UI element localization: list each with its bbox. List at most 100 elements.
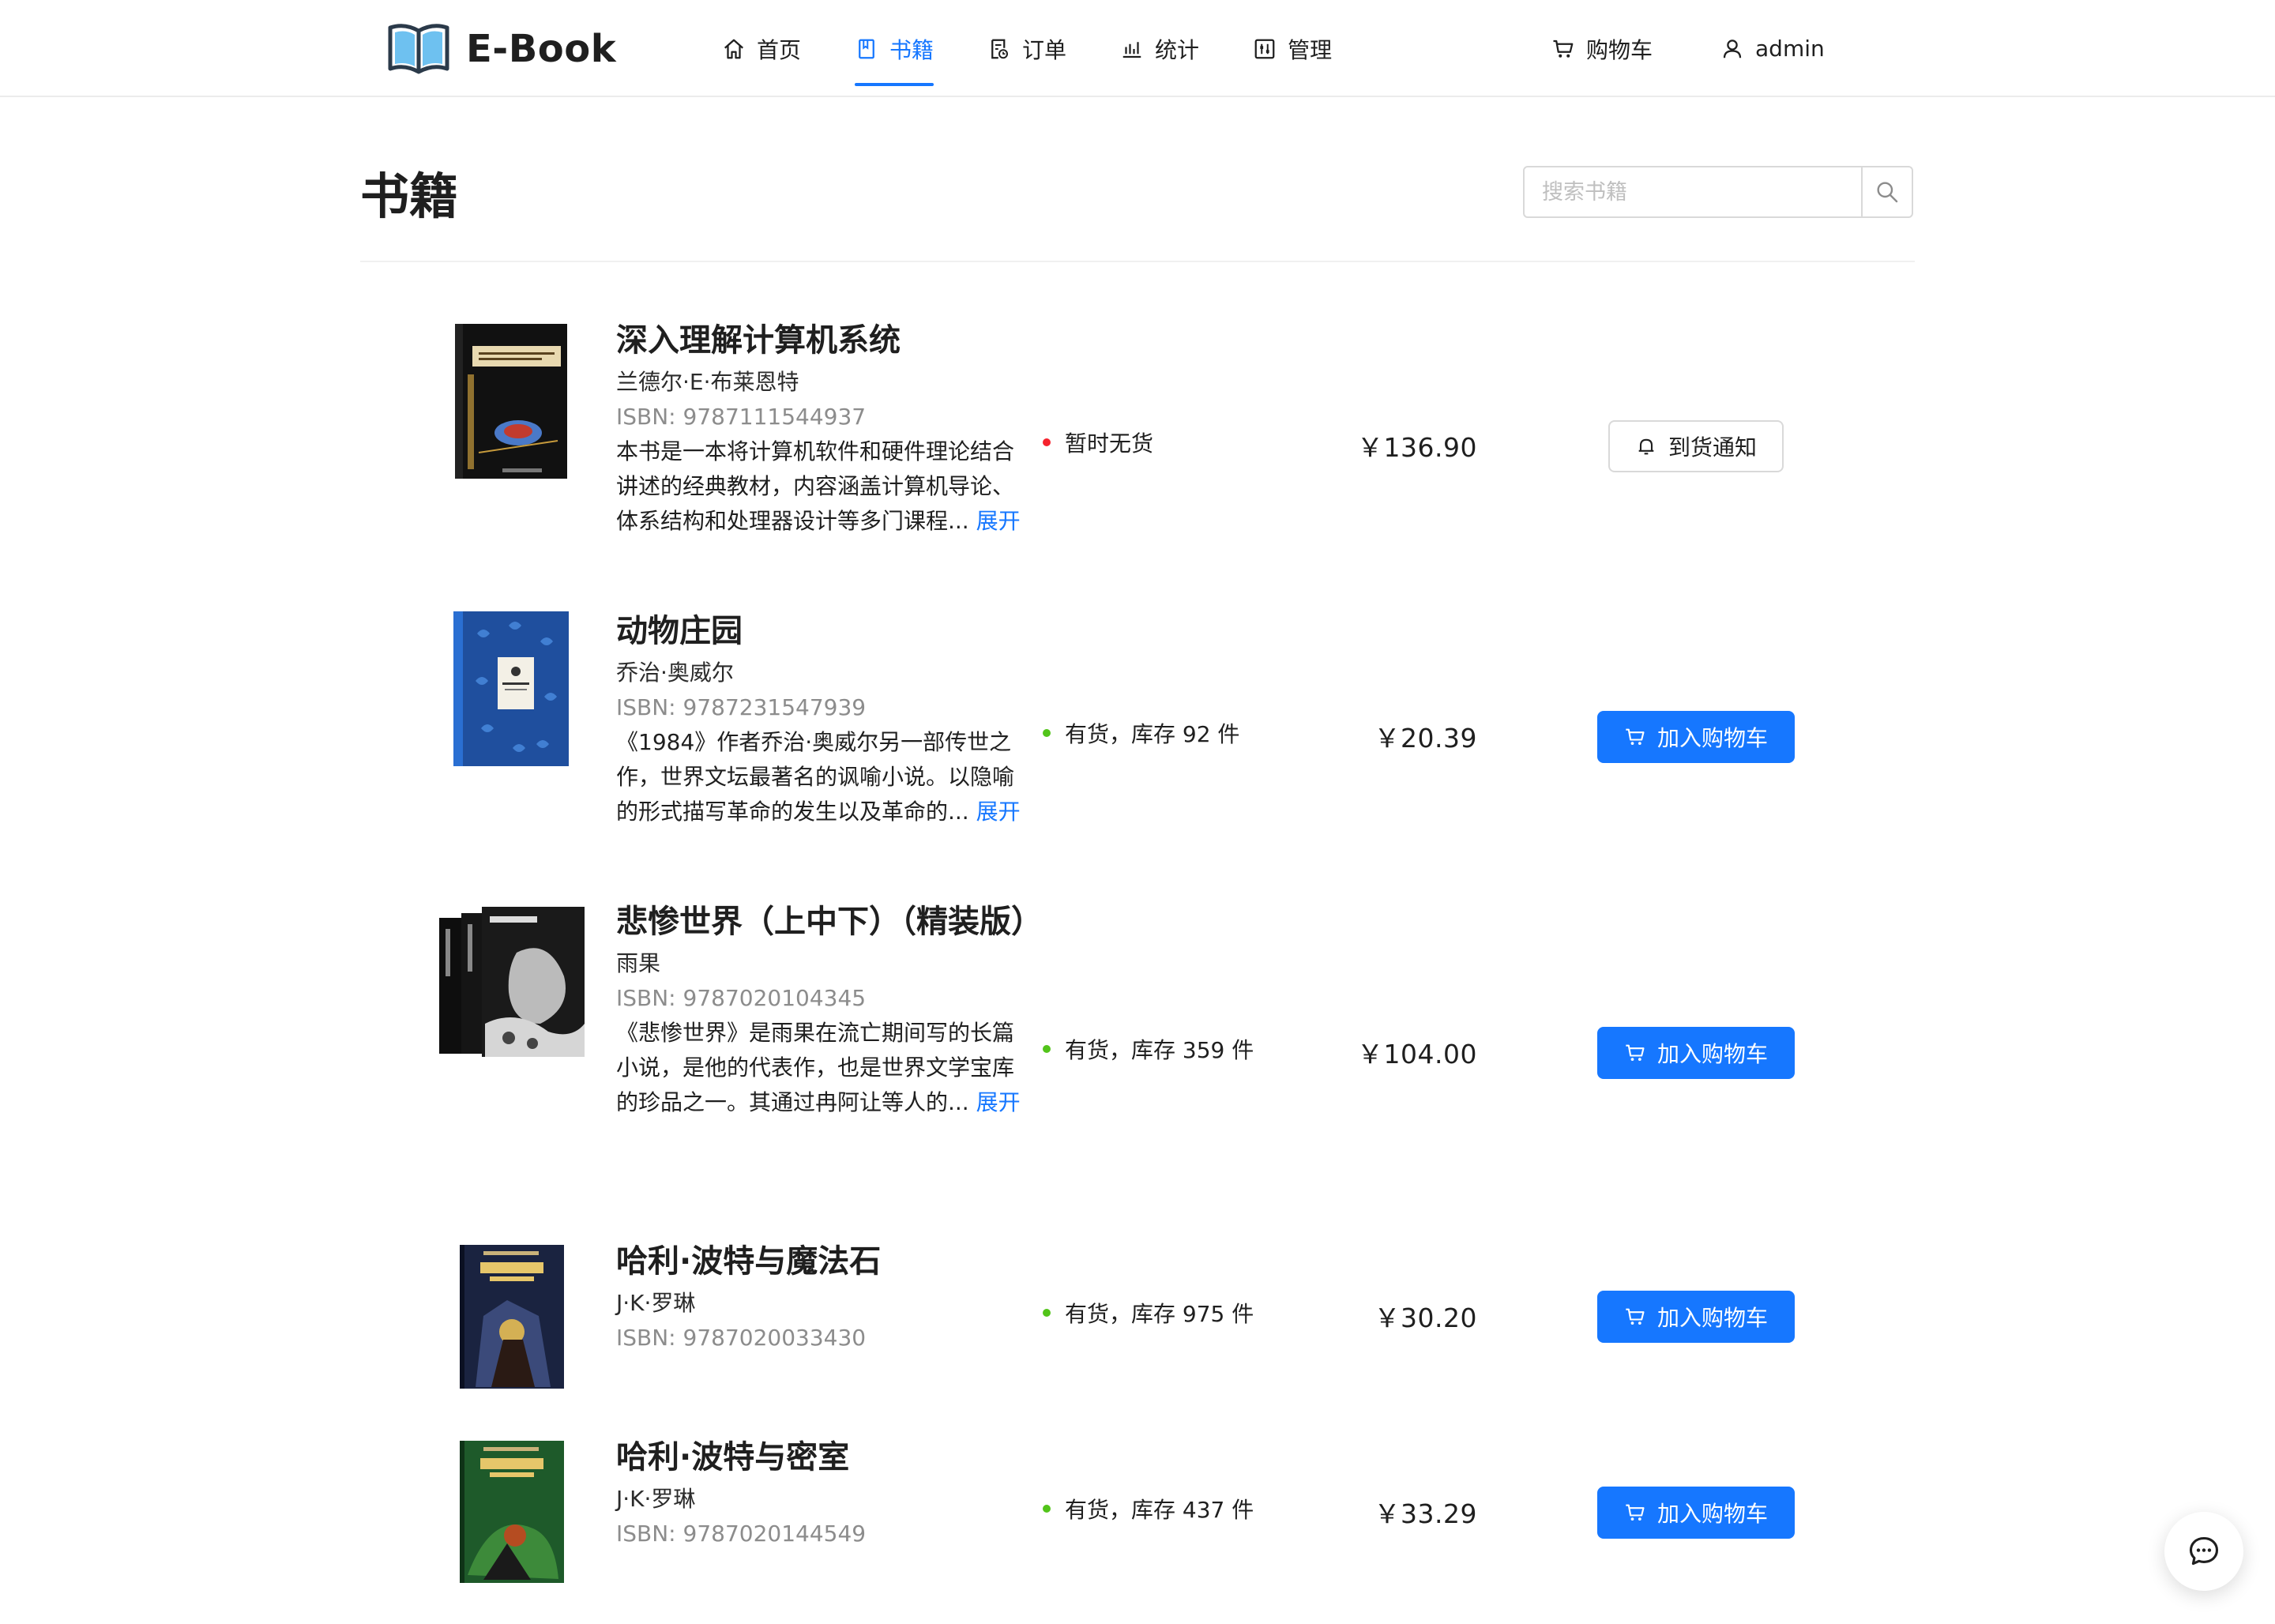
cart-icon bbox=[1626, 1044, 1645, 1062]
add-to-cart-label: 加入购物车 bbox=[1656, 725, 1768, 751]
nav-admin[interactable]: 管理 bbox=[1234, 0, 1351, 97]
book-title[interactable]: 哈利·波特与魔法石 bbox=[616, 1237, 1027, 1286]
chart-icon bbox=[1122, 41, 1141, 58]
nav-home[interactable]: 首页 bbox=[703, 0, 820, 97]
book-description: 本书是一本将计算机软件和硬件理论结合讲述的经典教材，内容涵盖计算机导论、体系结构… bbox=[616, 434, 1027, 539]
top-navbar: E-Book 首页 书籍 订单 统计 管理 购物车 admin bbox=[0, 0, 2275, 97]
chat-float-button[interactable] bbox=[2164, 1512, 2243, 1591]
stock-status: 有货，库存 359 件 bbox=[1043, 1033, 1254, 1065]
book-price: ￥30.20 bbox=[1374, 1303, 1477, 1333]
main-nav: 首页 书籍 订单 统计 管理 bbox=[703, 0, 1367, 97]
book-description-text: 《悲惨世界》是雨果在流亡期间写的长篇小说，是他的代表作，也是世界文学宝库的珍品之… bbox=[616, 1020, 1015, 1115]
nav-user-label: admin bbox=[1755, 36, 1825, 62]
book-isbn: ISBN: 9787111544937 bbox=[616, 404, 867, 430]
book-author: J·K·罗琳 bbox=[616, 1290, 696, 1316]
book-cover[interactable] bbox=[460, 1245, 564, 1389]
nav-orders[interactable]: 订单 bbox=[968, 0, 1085, 97]
book-info: 哈利·波特与密室 J·K·罗琳 ISBN: 9787020144549 bbox=[616, 1433, 1027, 1551]
nav-cart-label: 购物车 bbox=[1586, 36, 1653, 63]
book-author: 雨果 bbox=[616, 950, 661, 976]
nav-home-label: 首页 bbox=[757, 36, 802, 63]
in-stock-dot bbox=[1043, 1309, 1051, 1317]
book-cover-image bbox=[460, 1441, 564, 1583]
book-title[interactable]: 悲惨世界（上中下）（精装版） bbox=[616, 897, 1043, 946]
book-author: 乔治·奥威尔 bbox=[616, 660, 734, 686]
book-title[interactable]: 哈利·波特与密室 bbox=[616, 1433, 1027, 1482]
stock-text: 有货，库存 437 件 bbox=[1065, 1497, 1254, 1523]
book-author: J·K·罗琳 bbox=[616, 1486, 696, 1512]
expand-link[interactable]: 展开 bbox=[976, 799, 1021, 825]
book-title[interactable]: 深入理解计算机系统 bbox=[616, 316, 1027, 365]
nav-books-label: 书籍 bbox=[889, 36, 934, 63]
book-cover[interactable] bbox=[455, 322, 569, 480]
nav-user[interactable]: admin bbox=[1702, 0, 1844, 97]
cart-icon bbox=[1626, 1504, 1645, 1521]
add-to-cart-button[interactable]: 加入购物车 bbox=[1597, 711, 1795, 763]
stock-status: 有货，库存 437 件 bbox=[1043, 1493, 1254, 1524]
book-info: 深入理解计算机系统 兰德尔·E·布莱恩特 ISBN: 9787111544937… bbox=[616, 316, 1027, 539]
search-box bbox=[1523, 166, 1913, 218]
add-to-cart-label: 加入购物车 bbox=[1656, 1305, 1768, 1331]
out-of-stock-dot bbox=[1043, 438, 1051, 446]
book-cover[interactable] bbox=[453, 610, 570, 768]
nav-books[interactable]: 书籍 bbox=[836, 0, 953, 97]
stock-status: 有货，库存 92 件 bbox=[1043, 717, 1239, 749]
stock-text: 暂时无货 bbox=[1065, 430, 1154, 457]
book-description-text: 《1984》作者乔治·奥威尔另一部传世之作，世界文坛最著名的讽喻小说。以隐喻的形… bbox=[616, 729, 1015, 825]
nav-stats[interactable]: 统计 bbox=[1101, 0, 1218, 97]
book-cover-image bbox=[455, 324, 567, 479]
add-to-cart-label: 加入购物车 bbox=[1656, 1501, 1768, 1527]
in-stock-dot bbox=[1043, 1045, 1051, 1053]
book-info: 悲惨世界（上中下）（精装版） 雨果 ISBN: 9787020104345 《悲… bbox=[616, 897, 1043, 1120]
book-description: 《悲惨世界》是雨果在流亡期间写的长篇小说，是他的代表作，也是世界文学宝库的珍品之… bbox=[616, 1016, 1027, 1120]
search-button[interactable] bbox=[1861, 167, 1912, 216]
book-cover-image bbox=[460, 1245, 564, 1389]
in-stock-dot bbox=[1043, 1505, 1051, 1513]
expand-link[interactable]: 展开 bbox=[976, 508, 1021, 534]
expand-link[interactable]: 展开 bbox=[976, 1089, 1021, 1115]
book-isbn: ISBN: 9787231547939 bbox=[616, 694, 867, 720]
book-cover[interactable] bbox=[460, 1441, 564, 1583]
add-to-cart-button[interactable]: 加入购物车 bbox=[1597, 1487, 1795, 1539]
nav-cart[interactable]: 购物车 bbox=[1532, 0, 1671, 97]
order-icon bbox=[991, 39, 1009, 58]
stock-text: 有货，库存 92 件 bbox=[1065, 721, 1240, 747]
nav-stats-label: 统计 bbox=[1155, 36, 1200, 63]
search-input[interactable] bbox=[1525, 167, 1861, 216]
notify-button-label: 到货通知 bbox=[1668, 434, 1757, 461]
book-cover-image bbox=[453, 611, 569, 766]
nav-orders-label: 订单 bbox=[1022, 36, 1067, 63]
title-divider bbox=[360, 261, 1915, 262]
bell-icon bbox=[1638, 438, 1654, 455]
book-cover-image bbox=[439, 907, 585, 1057]
stock-status: 有货，库存 975 件 bbox=[1043, 1297, 1254, 1329]
home-icon bbox=[724, 39, 743, 58]
book-price: ￥20.39 bbox=[1374, 723, 1477, 754]
book-isbn: ISBN: 9787020033430 bbox=[616, 1325, 867, 1351]
app-logo[interactable]: E-Book bbox=[387, 17, 616, 81]
book-isbn: ISBN: 9787020104345 bbox=[616, 985, 867, 1011]
stock-text: 有货，库存 975 件 bbox=[1065, 1301, 1254, 1327]
user-nav: 购物车 admin bbox=[1532, 0, 1874, 97]
book-price: ￥136.90 bbox=[1357, 432, 1477, 463]
add-to-cart-button[interactable]: 加入购物车 bbox=[1597, 1291, 1795, 1343]
book-description-text: 本书是一本将计算机软件和硬件理论结合讲述的经典教材，内容涵盖计算机导论、体系结构… bbox=[616, 438, 1015, 534]
book-isbn: ISBN: 9787020144549 bbox=[616, 1521, 867, 1547]
book-info: 哈利·波特与魔法石 J·K·罗琳 ISBN: 9787020033430 bbox=[616, 1237, 1027, 1355]
page-title: 书籍 bbox=[360, 167, 459, 225]
app-name: E-Book bbox=[466, 27, 617, 71]
book-description: 《1984》作者乔治·奥威尔另一部传世之作，世界文坛最著名的讽喻小说。以隐喻的形… bbox=[616, 725, 1027, 829]
user-icon bbox=[1723, 39, 1742, 58]
add-to-cart-label: 加入购物车 bbox=[1656, 1041, 1768, 1067]
cart-icon bbox=[1626, 1308, 1645, 1325]
book-title[interactable]: 动物庄园 bbox=[616, 607, 1027, 656]
cart-icon bbox=[1553, 39, 1574, 58]
book-price: ￥33.29 bbox=[1374, 1498, 1477, 1529]
add-to-cart-button[interactable]: 加入购物车 bbox=[1597, 1027, 1795, 1079]
book-cover[interactable] bbox=[438, 905, 588, 1060]
book-icon bbox=[859, 39, 874, 58]
chat-icon bbox=[2189, 1536, 2219, 1566]
notify-button[interactable]: 到货通知 bbox=[1608, 420, 1784, 472]
book-info: 动物庄园 乔治·奥威尔 ISBN: 9787231547939 《1984》作者… bbox=[616, 607, 1027, 829]
book-author: 兰德尔·E·布莱恩特 bbox=[616, 369, 799, 395]
